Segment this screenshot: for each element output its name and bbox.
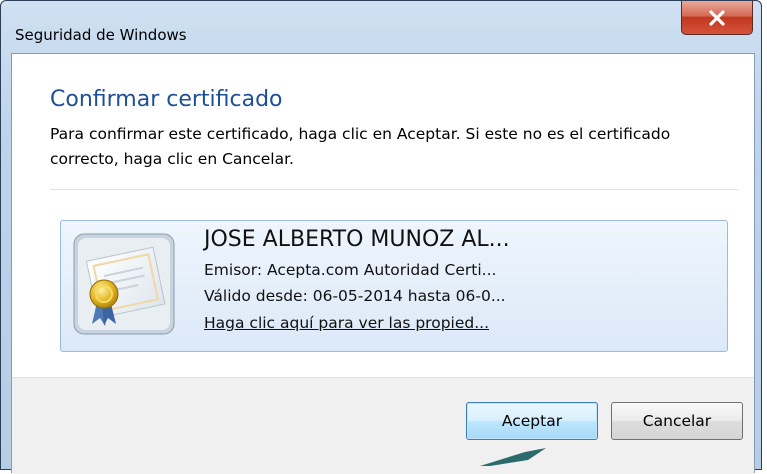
close-icon [709, 9, 725, 26]
certificate-issuer: Emisor: Acepta.com Autoridad Certi... [204, 261, 497, 279]
certificate-name: JOSE ALBERTO MUNOZ AL... [204, 227, 510, 252]
certificate-validity: Válido desde: 06-05-2014 hasta 06-0... [204, 287, 506, 305]
cancel-button[interactable]: Cancelar [611, 402, 743, 440]
dialog-heading: Confirmar certificado [50, 87, 283, 112]
annotation-arrow [480, 448, 546, 466]
ok-button[interactable]: Aceptar [466, 402, 598, 440]
dialog-content: Confirmar certificado Para confirmar est… [11, 53, 755, 474]
certificate-icon [73, 233, 175, 335]
dialog-description: Para confirmar este certificado, haga cl… [50, 125, 671, 168]
divider [50, 189, 738, 190]
certificate-properties-link[interactable]: Haga clic aquí para ver las propied... [204, 314, 489, 332]
close-button[interactable] [681, 1, 753, 35]
dialog-window: Seguridad de Windows Confirmar certifica… [0, 0, 762, 474]
window-title: Seguridad de Windows [15, 26, 187, 44]
certificate-tile[interactable]: JOSE ALBERTO MUNOZ AL... Emisor: Acepta.… [60, 220, 728, 352]
title-bar[interactable]: Seguridad de Windows [1, 1, 761, 53]
